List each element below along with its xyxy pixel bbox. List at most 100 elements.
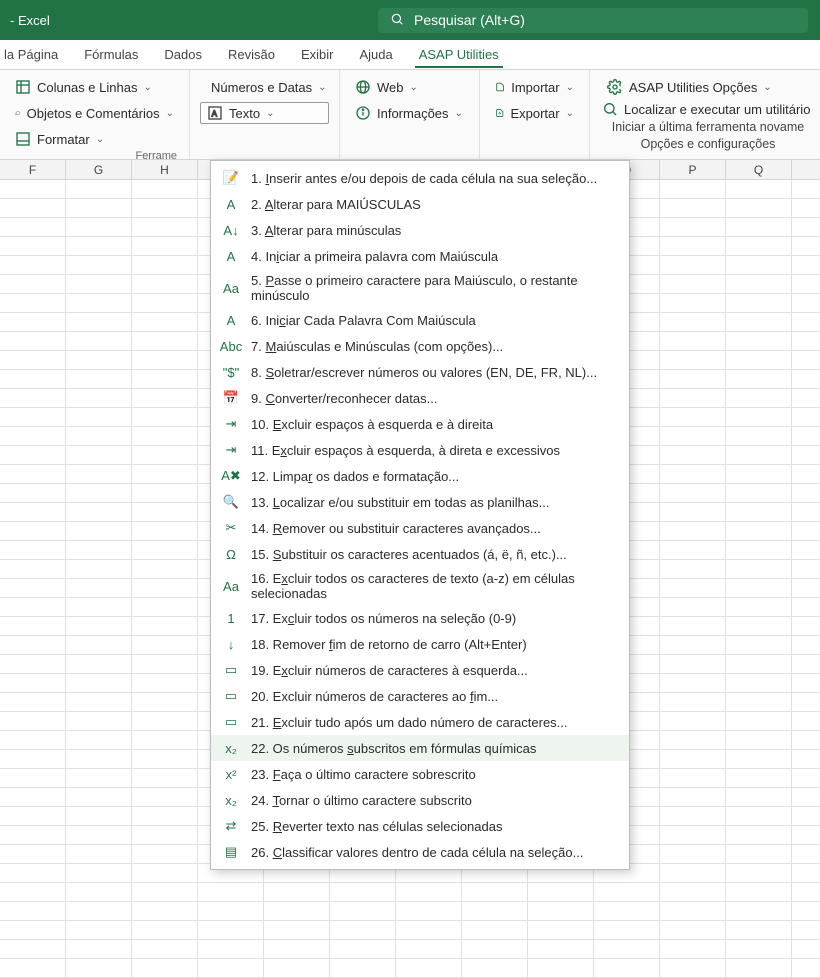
cell[interactable] — [0, 921, 66, 939]
cell[interactable] — [726, 921, 792, 939]
menu-item[interactable]: 🔍13. Localizar e/ou substituir em todas … — [211, 489, 629, 515]
cell[interactable] — [198, 940, 264, 958]
cell[interactable] — [132, 389, 198, 407]
cell[interactable] — [198, 902, 264, 920]
cell[interactable] — [132, 807, 198, 825]
cell[interactable] — [0, 522, 66, 540]
cell[interactable] — [792, 921, 820, 939]
cell[interactable] — [660, 199, 726, 217]
menu-item[interactable]: ▭19. Excluir números de caracteres à esq… — [211, 657, 629, 683]
cell[interactable] — [660, 503, 726, 521]
cell[interactable] — [660, 769, 726, 787]
cell[interactable] — [594, 940, 660, 958]
cell[interactable] — [66, 484, 132, 502]
cell[interactable] — [528, 959, 594, 977]
tab-data[interactable]: Dados — [160, 41, 206, 68]
cell[interactable] — [132, 218, 198, 236]
cell[interactable] — [0, 408, 66, 426]
cell[interactable] — [792, 503, 820, 521]
cell[interactable] — [0, 959, 66, 977]
cell[interactable] — [792, 408, 820, 426]
cell[interactable] — [0, 484, 66, 502]
cell[interactable] — [726, 256, 792, 274]
menu-item[interactable]: A2. Alterar para MAIÚSCULAS — [211, 191, 629, 217]
cell[interactable] — [66, 541, 132, 559]
menu-item[interactable]: x₂22. Os números subscritos em fórmulas … — [211, 735, 629, 761]
information-button[interactable]: Informações⌄ — [350, 102, 469, 124]
cell[interactable] — [330, 959, 396, 977]
cell[interactable] — [66, 921, 132, 939]
cell[interactable] — [66, 845, 132, 863]
cell[interactable] — [66, 503, 132, 521]
cell[interactable] — [660, 370, 726, 388]
cell[interactable] — [726, 180, 792, 198]
cell[interactable] — [660, 750, 726, 768]
cell[interactable] — [726, 218, 792, 236]
cell[interactable] — [594, 921, 660, 939]
cell[interactable] — [792, 712, 820, 730]
cell[interactable] — [66, 408, 132, 426]
cell[interactable] — [726, 959, 792, 977]
cell[interactable] — [792, 560, 820, 578]
cell[interactable] — [792, 370, 820, 388]
cell[interactable] — [726, 883, 792, 901]
cell[interactable] — [660, 712, 726, 730]
cell[interactable] — [0, 275, 66, 293]
cell[interactable] — [660, 902, 726, 920]
cell[interactable] — [0, 598, 66, 616]
cell[interactable] — [132, 503, 198, 521]
cell[interactable] — [132, 237, 198, 255]
menu-item[interactable]: ▭20. Excluir números de caracteres ao fi… — [211, 683, 629, 709]
cell[interactable] — [660, 256, 726, 274]
cell[interactable] — [462, 902, 528, 920]
cell[interactable] — [792, 826, 820, 844]
cell[interactable] — [132, 446, 198, 464]
cell[interactable] — [264, 883, 330, 901]
cell[interactable] — [660, 560, 726, 578]
cell[interactable] — [726, 332, 792, 350]
menu-item[interactable]: ⇥10. Excluir espaços à esquerda e à dire… — [211, 411, 629, 437]
cell[interactable] — [66, 788, 132, 806]
cell[interactable] — [660, 484, 726, 502]
cell[interactable] — [0, 218, 66, 236]
cell[interactable] — [726, 864, 792, 882]
cell[interactable] — [330, 902, 396, 920]
cell[interactable] — [726, 712, 792, 730]
cell[interactable] — [132, 351, 198, 369]
cell[interactable] — [660, 693, 726, 711]
cell[interactable] — [726, 389, 792, 407]
cell[interactable] — [0, 693, 66, 711]
col-header[interactable]: G — [66, 160, 132, 179]
cell[interactable] — [462, 959, 528, 977]
cell[interactable] — [132, 788, 198, 806]
cell[interactable] — [792, 427, 820, 445]
menu-item[interactable]: x²23. Faça o último caractere sobrescrit… — [211, 761, 629, 787]
cell[interactable] — [726, 902, 792, 920]
cell[interactable] — [66, 807, 132, 825]
cell[interactable] — [660, 655, 726, 673]
options-link[interactable]: Opções e configurações — [602, 137, 814, 151]
cell[interactable] — [792, 313, 820, 331]
cell[interactable] — [132, 560, 198, 578]
cell[interactable] — [0, 351, 66, 369]
cell[interactable] — [66, 826, 132, 844]
cell[interactable] — [66, 864, 132, 882]
cell[interactable] — [132, 750, 198, 768]
find-utility-button[interactable]: Localizar e executar um utilitário — [602, 101, 814, 117]
cell[interactable] — [660, 807, 726, 825]
cell[interactable] — [396, 921, 462, 939]
cell[interactable] — [132, 465, 198, 483]
menu-item[interactable]: Abc7. Maiúsculas e Minúsculas (com opçõe… — [211, 333, 629, 359]
cell[interactable] — [726, 294, 792, 312]
col-header[interactable]: R — [792, 160, 820, 179]
cell[interactable] — [66, 313, 132, 331]
cell[interactable] — [660, 617, 726, 635]
cell[interactable] — [528, 883, 594, 901]
cell[interactable] — [726, 845, 792, 863]
cell[interactable] — [264, 940, 330, 958]
cell[interactable] — [792, 484, 820, 502]
cell[interactable] — [726, 199, 792, 217]
cell[interactable] — [0, 427, 66, 445]
cell[interactable] — [792, 446, 820, 464]
cell[interactable] — [726, 313, 792, 331]
